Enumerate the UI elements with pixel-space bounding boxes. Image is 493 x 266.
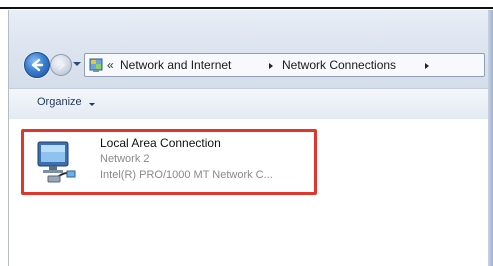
organize-button[interactable]: Organize (37, 96, 82, 108)
local-area-connection-item[interactable]: Local Area Connection Network 2 Intel(R)… (21, 129, 317, 195)
connection-network: Network 2 (100, 153, 150, 165)
command-toolbar: Organize (9, 88, 488, 120)
forward-button[interactable] (50, 54, 72, 76)
top-border-line (0, 7, 493, 9)
breadcrumb-network-and-internet[interactable]: Network and Internet (120, 58, 231, 72)
back-arrow-icon (31, 58, 44, 72)
breadcrumb-separator-icon[interactable] (425, 63, 429, 69)
connection-adapter: Intel(R) PRO/1000 MT Network C... (100, 169, 273, 181)
window-frame-edge (488, 10, 493, 266)
breadcrumb-separator-icon[interactable] (269, 63, 273, 69)
nav-history-dropdown-icon[interactable] (73, 62, 81, 66)
navigation-bar: « Network and Internet Network Connectio… (9, 10, 488, 88)
network-adapter-icon (37, 141, 76, 183)
connection-name: Local Area Connection (100, 136, 221, 150)
organize-dropdown-icon[interactable] (89, 103, 95, 106)
breadcrumb-network-connections[interactable]: Network Connections (282, 58, 396, 72)
back-button[interactable] (24, 52, 50, 78)
control-panel-icon (89, 58, 103, 72)
explorer-window: « Network and Internet Network Connectio… (8, 10, 493, 266)
breadcrumb-overflow-chevrons[interactable]: « (107, 58, 114, 72)
forward-arrow-icon (56, 60, 65, 70)
address-bar[interactable]: « Network and Internet Network Connectio… (84, 53, 485, 77)
connections-list: Local Area Connection Network 2 Intel(R)… (9, 119, 488, 266)
